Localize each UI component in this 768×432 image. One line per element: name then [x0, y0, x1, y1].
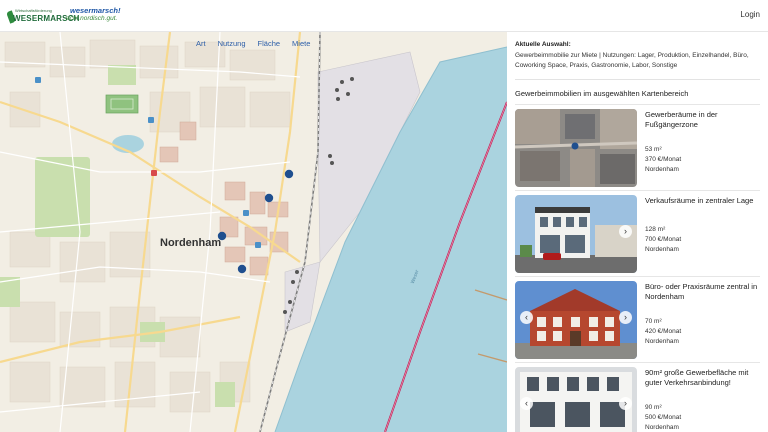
listing-area: 53 m² [645, 146, 662, 153]
chevron-right-icon[interactable]: › [619, 311, 632, 324]
listing-area: 128 m² [645, 226, 666, 233]
listing-card[interactable]: ‹ › 90m² große Gewerbefläche mit guter V… [515, 362, 760, 432]
top-bar: Wirtschaftsförderung WESERMARSCH weserma… [0, 0, 768, 32]
chevron-left-icon[interactable]: ‹ [520, 311, 533, 324]
listing-title[interactable]: Büro- oder Praxisräume zentral in Norden… [645, 282, 761, 302]
results-panel: Aktuelle Auswahl: Gewerbeimmobilie zur M… [507, 32, 768, 432]
listing-title[interactable]: Verkaufsräume in zentraler Lage [645, 196, 761, 206]
login-link[interactable]: Login [740, 10, 760, 19]
map-view[interactable]: Nordenham Weser Art Nutzung Fläche Miete [0, 32, 507, 432]
slogan-line-2: echt.nordisch.gut. [66, 15, 118, 22]
listing-title[interactable]: 90m² große Gewerbefläche mit guter Verke… [645, 368, 761, 388]
chevron-right-icon[interactable]: › [619, 397, 632, 410]
filter-miete[interactable]: Miete [286, 39, 316, 48]
town-label: Nordenham [160, 237, 222, 249]
listing-photo[interactable]: › [515, 195, 637, 273]
property-marker[interactable] [237, 264, 247, 274]
listing-town: Nordenham [645, 166, 679, 173]
listing-town: Nordenham [645, 246, 679, 253]
listing-town: Nordenham [645, 338, 679, 345]
logo[interactable]: Wirtschaftsförderung WESERMARSCH weserma… [6, 4, 126, 28]
listing-card[interactable]: › Verkaufsräume in zentraler Lage 128 m²… [515, 190, 760, 273]
property-marker[interactable] [264, 193, 274, 203]
list-title: Gewerbeimmobilien im ausgewählten Karten… [515, 89, 689, 98]
chevron-left-icon[interactable]: ‹ [520, 397, 533, 410]
filter-nutzung[interactable]: Nutzung [212, 39, 252, 48]
listing-rent: 500 €/Monat [645, 414, 682, 421]
listing-photo[interactable]: ‹ › [515, 281, 637, 359]
listing-town: Nordenham [645, 424, 679, 431]
listing-photo[interactable]: ‹ › [515, 367, 637, 432]
listing-rent: 420 €/Monat [645, 328, 682, 335]
filter-art[interactable]: Art [190, 39, 212, 48]
filter-flaeche[interactable]: Fläche [252, 39, 287, 48]
selection-text: Gewerbeimmobilie zur Miete | Nutzungen: … [515, 52, 749, 69]
filter-bar: Art Nutzung Fläche Miete [190, 39, 316, 48]
chevron-right-icon[interactable]: › [619, 225, 632, 238]
listing-card[interactable]: Gewerberäume in der Fußgängerzone 53 m² … [515, 104, 760, 187]
slogan-line-1: wesermarsch! [70, 6, 121, 15]
listing-title[interactable]: Gewerberäume in der Fußgängerzone [645, 110, 761, 130]
listing-area: 70 m² [645, 318, 662, 325]
property-marker[interactable] [284, 169, 294, 179]
listing-rent: 700 €/Monat [645, 236, 682, 243]
logo-small-text: Wirtschaftsförderung [15, 8, 52, 13]
listing-area: 90 m² [645, 404, 662, 411]
selection-title: Aktuelle Auswahl: [515, 41, 571, 48]
marker-layer [217, 169, 294, 274]
slogan-logo: wesermarsch! echt.nordisch.gut. [66, 4, 126, 28]
divider [515, 79, 760, 80]
listing-card[interactable]: ‹ › Büro- oder Praxisräume zentral in No… [515, 276, 760, 359]
listing-rent: 370 €/Monat [645, 156, 682, 163]
listing-photo[interactable] [515, 109, 637, 187]
wesermarsch-logo: Wirtschaftsförderung WESERMARSCH [6, 7, 79, 27]
